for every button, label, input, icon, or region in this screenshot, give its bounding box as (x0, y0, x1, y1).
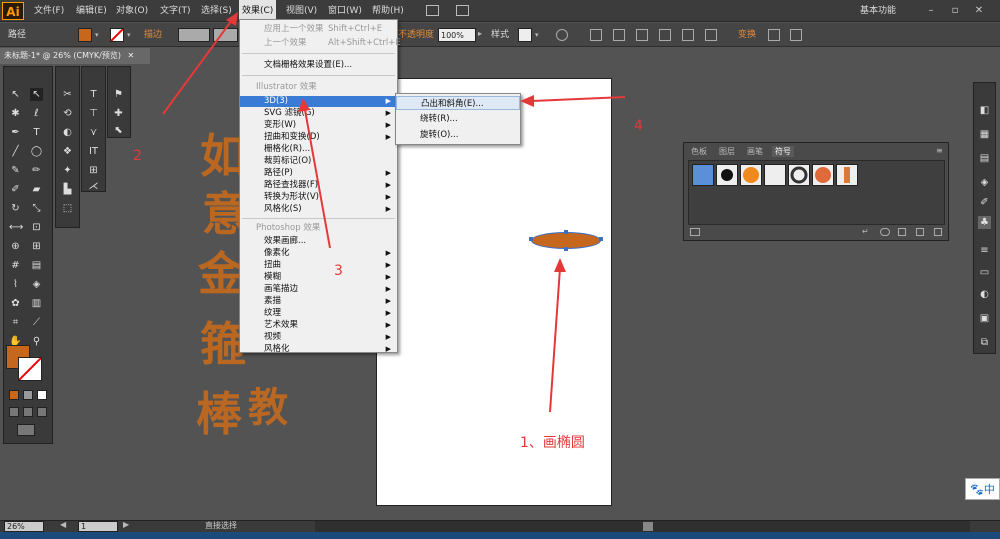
tutorial-annotation-arrows (162, 12, 626, 413)
paw-icon: 🐾 (970, 483, 984, 496)
ime-indicator[interactable]: 🐾中 (965, 478, 1000, 500)
annotation-step-3: 3 (334, 263, 343, 279)
annotation-step-4: 4 (634, 118, 643, 134)
annotation-step-2: 2 (133, 148, 142, 164)
annotation-step-1: 1、画椭圆 (520, 435, 585, 451)
